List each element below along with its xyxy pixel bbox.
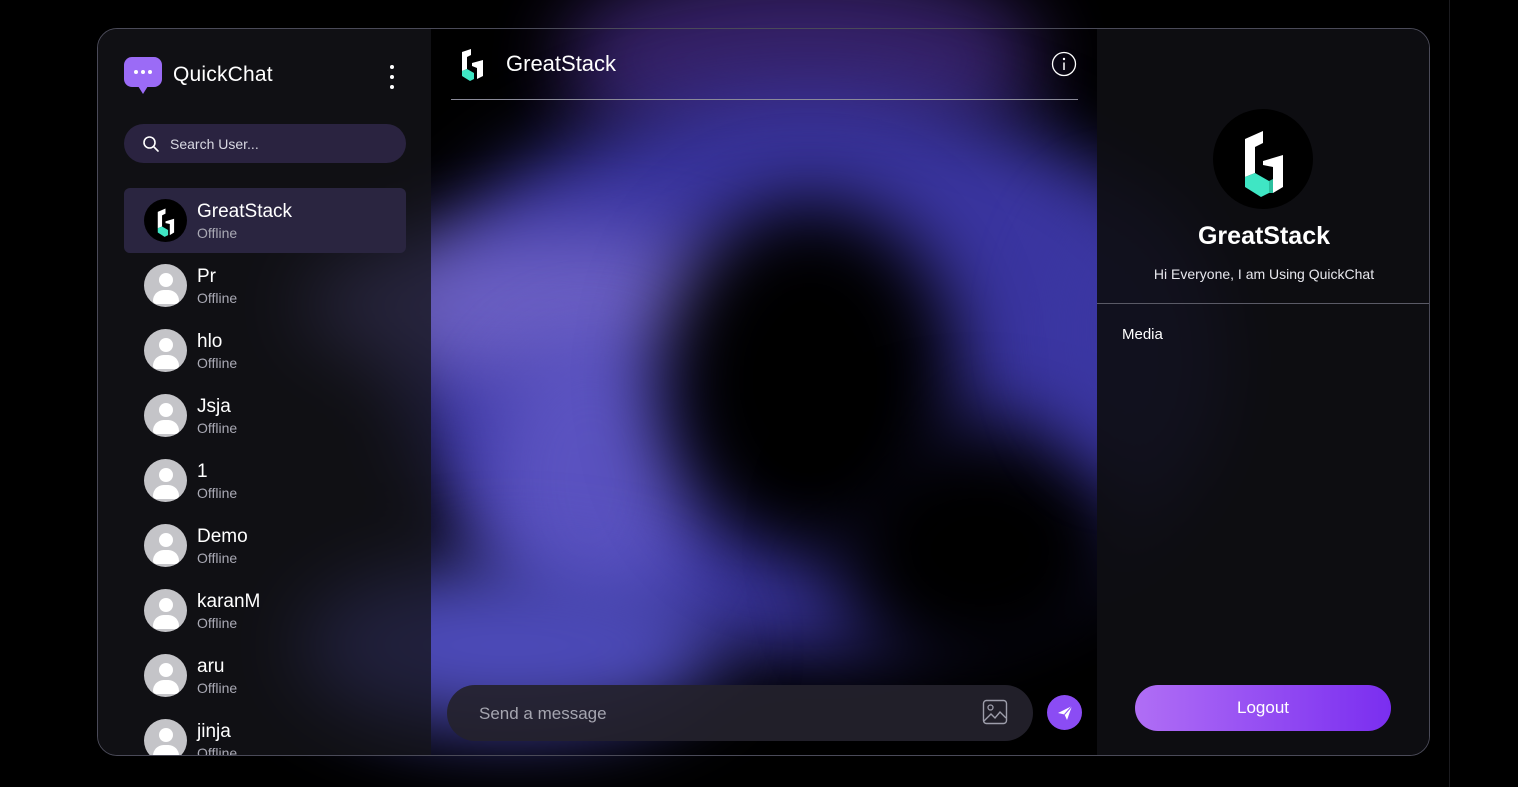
user-name: jinja <box>197 721 231 742</box>
greatstack-logo-icon <box>1245 131 1283 197</box>
info-icon[interactable] <box>1051 51 1077 77</box>
user-list-item[interactable]: karanM Offline <box>124 578 406 643</box>
default-avatar-icon <box>144 329 187 372</box>
page-scrollbar-edge <box>1449 0 1450 787</box>
send-button[interactable] <box>1047 695 1082 730</box>
divider <box>1097 303 1429 304</box>
chat-title: GreatStack <box>506 51 617 76</box>
default-avatar-icon <box>144 654 187 697</box>
user-list-item[interactable]: GreatStack Offline <box>124 188 406 253</box>
default-avatar-icon <box>144 524 187 567</box>
default-avatar-icon <box>144 589 187 632</box>
user-name: karanM <box>197 591 261 612</box>
user-status: Offline <box>197 485 238 501</box>
default-avatar-icon <box>144 394 187 437</box>
image-icon[interactable] <box>982 699 1008 725</box>
user-status: Offline <box>197 290 238 306</box>
profile-name: GreatStack <box>1197 222 1331 250</box>
user-status: Offline <box>197 550 238 566</box>
menu-dots-icon[interactable] <box>382 65 402 89</box>
search-input[interactable] <box>168 134 392 153</box>
search-icon <box>143 135 159 152</box>
profile-bio: Hi Everyone, I am Using QuickChat <box>1153 266 1375 282</box>
user-list-item[interactable]: jinja Offline <box>124 708 406 756</box>
chat-bubble-dots-icon <box>124 57 162 94</box>
search-bar[interactable] <box>124 124 406 163</box>
user-status: Offline <box>197 745 238 756</box>
user-name: Jsja <box>197 396 231 417</box>
user-name: hlo <box>197 331 223 352</box>
user-name: GreatStack <box>197 201 293 222</box>
user-status: Offline <box>197 420 238 436</box>
user-list-item[interactable]: Demo Offline <box>124 513 406 578</box>
user-list-item[interactable]: aru Offline <box>124 643 406 708</box>
send-icon <box>1057 705 1072 720</box>
logout-button[interactable]: Logout <box>1135 685 1391 731</box>
app-name: QuickChat <box>173 63 273 86</box>
user-list-item[interactable]: 1 Offline <box>124 448 406 513</box>
default-avatar-icon <box>144 719 187 755</box>
brand: QuickChat <box>124 57 273 94</box>
user-list-item[interactable]: Jsja Offline <box>124 383 406 448</box>
profile-panel: GreatStack Hi Everyone, I am Using Quick… <box>1097 29 1429 755</box>
default-avatar-icon <box>144 264 187 307</box>
message-input[interactable] <box>477 700 961 728</box>
user-status: Offline <box>197 355 238 371</box>
user-name: aru <box>197 656 225 677</box>
greatstack-logo-icon <box>456 49 486 81</box>
user-name: Pr <box>197 266 216 287</box>
user-list-item[interactable]: Pr Offline <box>124 253 406 318</box>
user-name: Demo <box>197 526 248 547</box>
user-name: 1 <box>197 461 208 482</box>
default-avatar-icon <box>144 459 187 502</box>
user-status: Offline <box>197 680 238 696</box>
user-status: Offline <box>197 615 238 631</box>
greatstack-logo-icon <box>144 199 187 242</box>
sidebar: QuickChat GreatStack Offline Pr Offline hlo O… <box>98 29 431 755</box>
message-composer <box>447 685 1033 741</box>
media-label: Media <box>1122 326 1163 343</box>
user-list-item[interactable]: hlo Offline <box>124 318 406 383</box>
profile-avatar <box>1213 109 1313 209</box>
user-status: Offline <box>197 225 238 241</box>
chat-header: GreatStack <box>451 29 1078 100</box>
app-window: QuickChat GreatStack Offline Pr Offline hlo O… <box>97 28 1430 756</box>
user-list: GreatStack Offline Pr Offline hlo Offline Jsja… <box>124 188 406 756</box>
